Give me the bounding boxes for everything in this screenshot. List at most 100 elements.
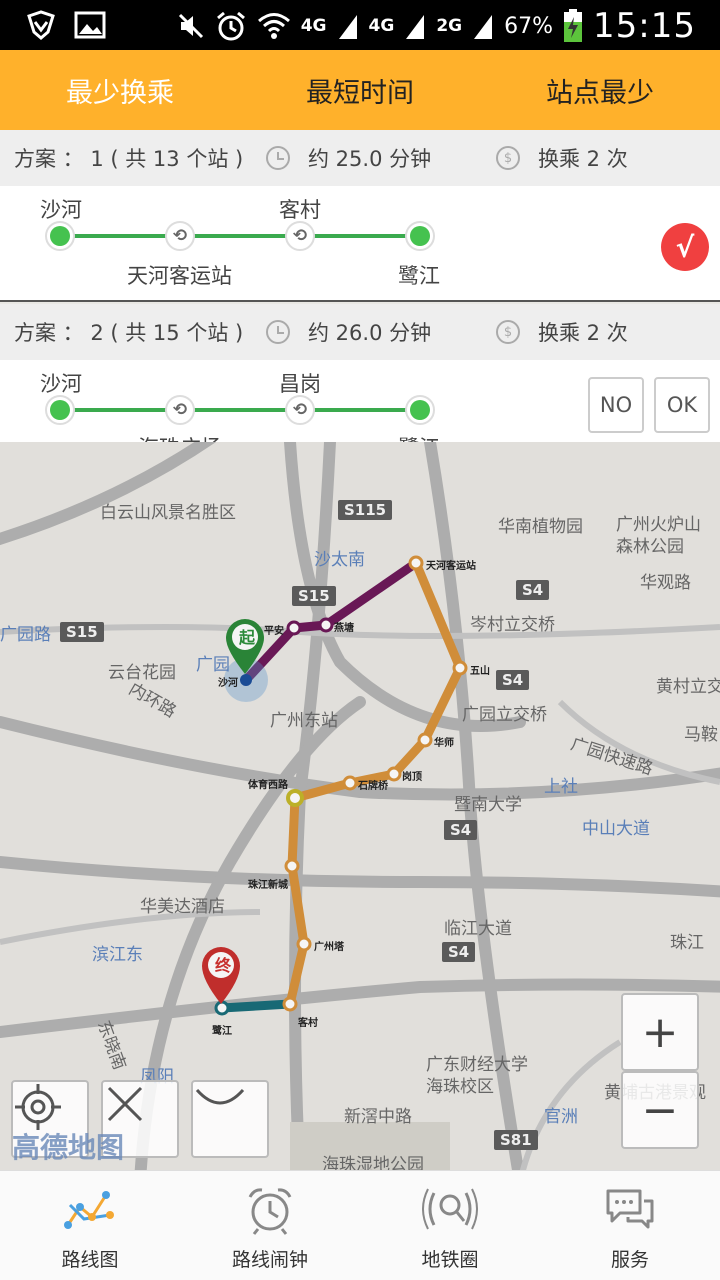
map-label: 暨南大学 [454,795,522,815]
road-sign: S4 [496,670,530,690]
road-sign: S115 [338,500,393,520]
bottom-nav: 路线图 路线闹钟 地铁圈 服务 [0,1170,720,1280]
clock-icon [266,320,290,344]
map-label: 广州火炉山森林公园 [616,515,701,557]
signal-icon [474,15,493,39]
start-marker-label: 起 [239,628,256,647]
end-node [405,395,435,425]
transfer-icon: ⟲ [172,399,188,420]
map-label: 海珠湿地公园 [322,1155,424,1170]
tab-least-transfer[interactable]: 最少换乘 [0,50,240,130]
map-label: 滨江东 [92,945,143,965]
network-3: 2G [436,16,463,36]
chevron-down-icon [195,1088,245,1105]
plan-1-transfer: 换乘 2 次 [538,147,628,171]
ok-button[interactable]: OK [654,377,710,433]
map-label: 沙太南 [314,550,365,570]
station-label: 鹭江 [398,432,440,442]
network-1: 4G [300,16,327,36]
plan-1-title: 方案 ： 1 ( 共 13 个站 ) [14,147,244,171]
plan-2-route[interactable]: 沙河 昌岗 ⟲ ⟲ 海珠广场 鹭江 NO OK [0,360,720,442]
nav-route-map[interactable]: 路线图 [0,1171,180,1280]
end-marker-label: 终 [215,956,232,975]
transfer-icon: ⟲ [172,225,188,246]
clock-icon [266,146,290,170]
transfer-icon: ⟲ [292,225,308,246]
no-button[interactable]: NO [588,377,644,433]
station-label: 天河客运站 [127,264,232,288]
alarm-icon [216,11,245,41]
map-label: 华南植物园 [498,517,583,537]
map-label: 白云山风景名胜区 [100,503,236,523]
shield-icon [27,10,55,40]
station-name: 广州塔 [314,942,344,953]
plan-1-time: 约 25.0 分钟 [308,147,432,171]
station-name: 华师 [434,738,454,749]
map-label: 广州东站 [270,711,338,731]
signal-icon [338,15,357,39]
station-name: 珠江新城 [248,880,288,891]
plan-1-header[interactable]: 方案 ： 1 ( 共 13 个站 ) 约 25.0 分钟 $ 换乘 2 次 [0,130,720,186]
clock: 15:15 [593,6,696,46]
map-label: 华观路 [640,573,691,593]
transfer-node: ⟲ [285,395,315,425]
collapse-button[interactable] [191,1080,269,1158]
zoom-in-button[interactable]: + [621,993,699,1071]
map-label: 广东财经大学海珠校区 [426,1055,528,1097]
fare-icon: $ [496,146,520,170]
station-label: 客村 [279,198,321,222]
map-label: 中山大道 [582,819,650,839]
alarm-clock-icon [248,1188,292,1235]
road-sign: S4 [442,942,476,962]
map-label: 华美达酒店 [140,897,225,917]
map-label: 广园路 [0,625,51,645]
transfer-node: ⟲ [165,395,195,425]
battery-charging-icon [564,9,583,42]
station-label: 海珠广场 [138,432,222,442]
tab-shortest-time[interactable]: 最短时间 [240,50,480,130]
plan-tabs: 最少换乘 最短时间 站点最少 [0,50,720,130]
map-label: 珠江 [670,933,704,953]
status-bar: 4G 4G 2G 67% 15:15 [0,0,720,50]
map-view[interactable]: 起 终 白云山风景名胜区 华南植物园 广州火炉山森林公园 沙太南 岑村立交桥 华… [0,442,720,1170]
nav-metro-circle[interactable]: 地铁圈 [360,1171,540,1280]
mute-icon [178,13,203,39]
route-line [60,234,420,238]
gallery-icon [74,11,106,39]
transfer-icon: ⟲ [292,399,308,420]
map-label: 临江大道 [444,919,512,939]
crosshair-icon [15,1084,61,1130]
nav-service[interactable]: 服务 [540,1171,720,1280]
plan-1-route[interactable]: 沙河 客村 ⟲ ⟲ 天河客运站 鹭江 √ [0,186,720,302]
map-label: 广园 [196,655,230,675]
map-label: 马鞍 [684,725,718,745]
map-label: 官洲 [544,1107,578,1127]
station-name: 岗顶 [402,772,422,783]
station-name: 燕塘 [334,623,354,634]
map-label: 黄村立交 [656,677,720,697]
battery-percent: 67% [504,13,554,39]
station-name: 鹭江 [212,1026,232,1037]
selected-check-icon[interactable]: √ [661,223,709,271]
station-label: 昌岗 [279,372,321,396]
start-node [45,221,75,251]
nav-label: 路线图 [61,1249,119,1271]
plan-2-header[interactable]: 方案 ： 2 ( 共 15 个站 ) 约 26.0 分钟 $ 换乘 2 次 [0,304,720,360]
signal-icon [406,15,425,39]
station-label: 鹭江 [398,264,440,288]
tab-fewest-stops[interactable]: 站点最少 [480,50,720,130]
start-node [45,395,75,425]
fare-icon: $ [496,320,520,344]
nav-label: 服务 [610,1249,649,1271]
road-sign: S15 [292,586,336,606]
zoom-out-button[interactable]: − [621,1071,699,1149]
station-name: 沙河 [218,678,238,689]
network-2: 4G [368,16,395,36]
nav-route-alarm[interactable]: 路线闹钟 [180,1171,360,1280]
map-logo: 高德地图 [12,1131,125,1164]
station-label: 沙河 [40,198,82,222]
station-name: 五山 [470,666,490,677]
road-sign: S15 [60,622,104,642]
station-name: 石牌桥 [358,781,388,792]
map-label: 岑村立交桥 [470,615,555,635]
